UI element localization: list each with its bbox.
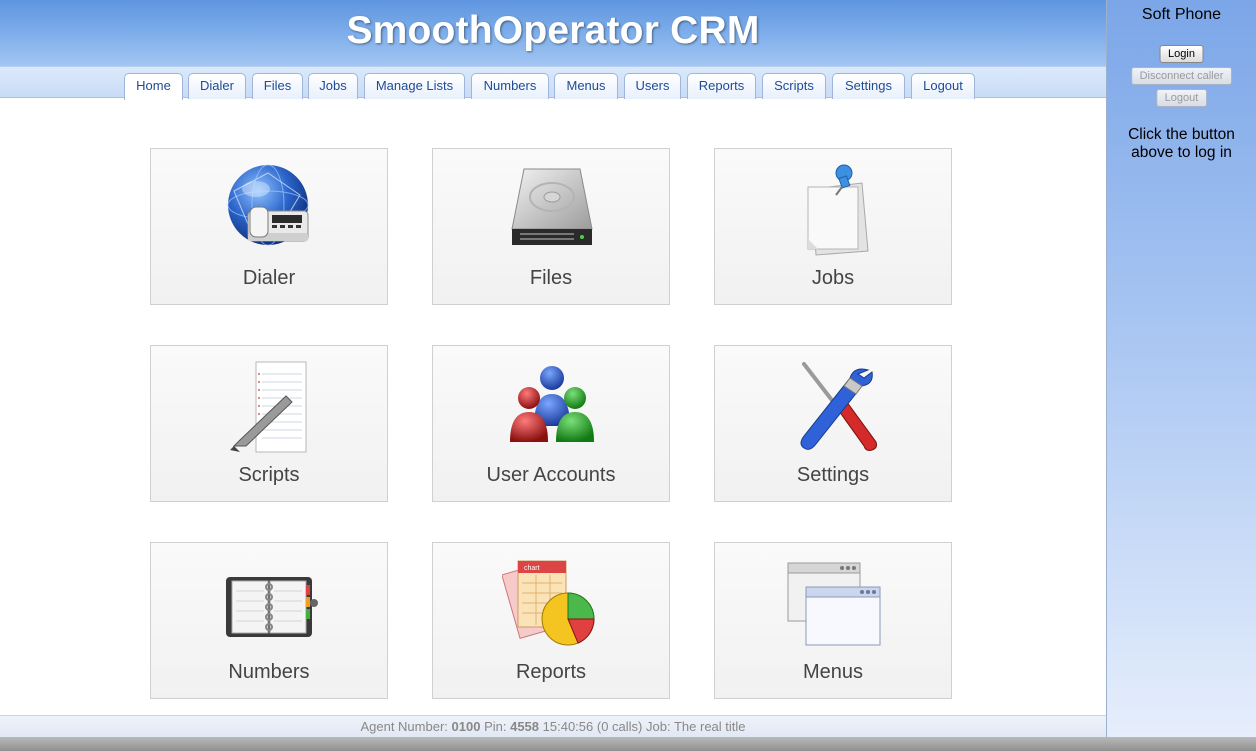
login-button[interactable]: Login: [1159, 45, 1204, 63]
menus-card-label: Menus: [802, 661, 864, 683]
scripts-card-label: Scripts: [238, 464, 300, 486]
tab-manage-lists[interactable]: Manage Lists: [364, 73, 465, 99]
globe-phone-icon: [227, 164, 309, 246]
main-panel: SmoothOperator CRM Home Dialer Files Job…: [0, 0, 1106, 737]
soft-phone-title: Soft Phone: [1141, 6, 1222, 23]
chart-icon-text: chart: [524, 565, 540, 572]
scripts-card[interactable]: Scripts: [150, 345, 388, 502]
soft-phone-message-line-2: above to log in: [1131, 144, 1232, 161]
reports-card-label: Reports: [515, 661, 587, 683]
user-accounts-card-label: User Accounts: [486, 464, 616, 486]
dialer-card-label: Dialer: [242, 267, 296, 289]
dialer-card[interactable]: Dialer: [150, 148, 388, 305]
reports-card[interactable]: chart Reports: [432, 542, 670, 699]
users-group-icon: [510, 366, 594, 442]
chart-report-icon: chart: [502, 560, 595, 646]
logout-button[interactable]: Logout: [1155, 89, 1208, 107]
tab-reports[interactable]: Reports: [687, 73, 756, 99]
app-header: SmoothOperator CRM: [0, 0, 1106, 66]
user-accounts-card[interactable]: User Accounts: [432, 345, 670, 502]
soft-phone-message: Click the button above to log in: [1107, 126, 1256, 162]
agent-number-label: Agent Number:: [360, 719, 448, 734]
menus-card[interactable]: Menus: [714, 542, 952, 699]
numbers-card-label: Numbers: [228, 661, 310, 683]
soft-phone-panel: Soft Phone Login Disconnect caller Logou…: [1106, 0, 1256, 737]
settings-card[interactable]: Settings: [714, 345, 952, 502]
tab-bar: Home Dialer Files Jobs Manage Lists Numb…: [0, 66, 1106, 100]
settings-card-label: Settings: [796, 464, 870, 486]
jobs-card-label: Jobs: [811, 267, 855, 289]
tab-users[interactable]: Users: [624, 73, 681, 99]
window-bottom-edge: [0, 737, 1256, 751]
windows-icon: [787, 562, 881, 646]
pinned-notes-icon: [807, 164, 869, 256]
screwdriver-wrench-icon: [800, 362, 877, 451]
jobs-card[interactable]: Jobs: [714, 148, 952, 305]
files-card[interactable]: Files: [432, 148, 670, 305]
pin-value: 4558: [510, 719, 540, 734]
call-count: (0 calls): [596, 719, 643, 734]
tab-scripts[interactable]: Scripts: [762, 73, 826, 99]
tab-menus[interactable]: Menus: [554, 73, 618, 99]
job-title: The real title: [673, 719, 746, 734]
pin-label: Pin:: [484, 719, 507, 734]
soft-phone-message-line-1: Click the button: [1128, 126, 1235, 143]
tab-dialer[interactable]: Dialer: [188, 73, 246, 99]
notepad-pen-icon: [230, 361, 307, 453]
tab-numbers[interactable]: Numbers: [471, 73, 549, 99]
status-bar: Agent Number: 0100 Pin: 4558 15:40:56 (0…: [0, 715, 1106, 737]
tab-settings[interactable]: Settings: [832, 73, 905, 99]
app-title: SmoothOperator CRM: [346, 9, 760, 52]
address-book-icon: [226, 577, 318, 637]
tab-home[interactable]: Home: [124, 73, 183, 100]
tab-jobs[interactable]: Jobs: [308, 73, 358, 99]
tab-files[interactable]: Files: [252, 73, 303, 99]
disconnect-caller-button[interactable]: Disconnect caller: [1130, 67, 1233, 85]
files-card-label: Files: [529, 267, 573, 289]
agent-number-value: 0100: [451, 719, 481, 734]
tab-logout[interactable]: Logout: [911, 73, 975, 99]
hard-drive-icon: [511, 168, 593, 245]
status-time: 15:40:56: [542, 719, 594, 734]
numbers-card[interactable]: Numbers: [150, 542, 388, 699]
job-label: Job:: [646, 719, 671, 734]
